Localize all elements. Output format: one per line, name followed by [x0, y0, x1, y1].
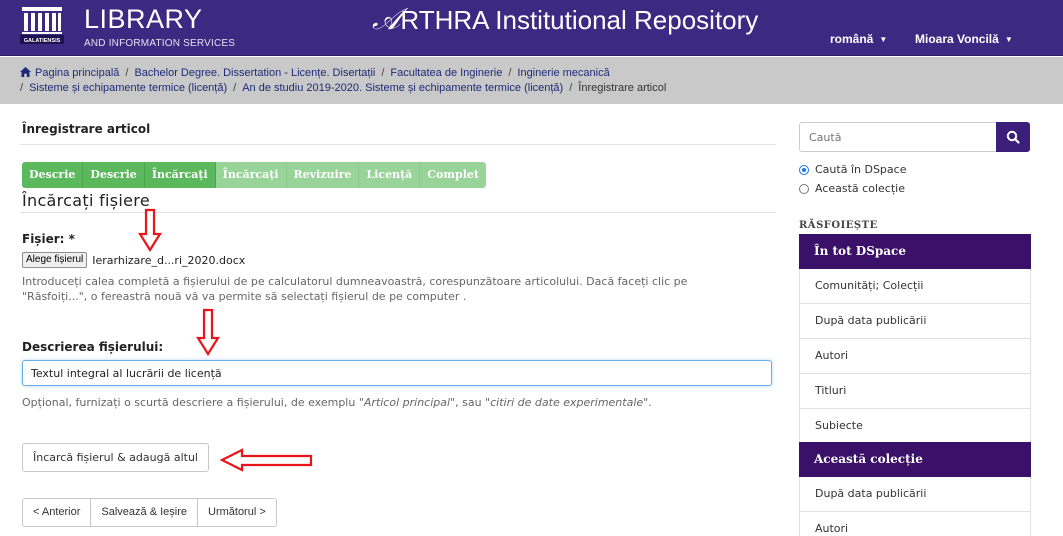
library-logo[interactable]: GALATIENSIS — [20, 6, 64, 44]
submission-form: Înregistrare articol Descrie Descrie Înc… — [20, 104, 776, 536]
description-help-example-2: citiri de date experimentale — [490, 396, 644, 409]
upload-and-add-button[interactable]: Încarcă fișierul & adaugă altul — [22, 443, 209, 472]
breadcrumb-department[interactable]: Inginerie mecanică — [517, 67, 609, 79]
annotation-arrow-down-icon — [138, 208, 162, 252]
file-help-text: Introduceți calea completă a fișierului … — [22, 274, 762, 304]
file-description-input[interactable] — [22, 360, 772, 386]
sidebar: Caută în DSpace Această colecție RĂSFOIE… — [799, 104, 1031, 536]
description-label: Descrierea fișierului: — [22, 340, 164, 354]
breadcrumb-separator: / — [381, 67, 385, 79]
step-complete: Complet — [420, 162, 486, 188]
description-help-prefix: Opțional, furnizați o scurtă descriere a… — [22, 396, 364, 409]
breadcrumb-faculty[interactable]: Facultatea de Inginerie — [390, 67, 502, 79]
logo-title[interactable]: LIBRARY — [84, 4, 203, 35]
search-input[interactable] — [799, 122, 997, 152]
breadcrumb-separator: / — [508, 67, 512, 79]
choose-file-button[interactable]: Alege fișierul — [22, 252, 88, 268]
previous-button[interactable]: < Anterior — [22, 498, 92, 527]
annotation-arrow-left-icon — [220, 448, 313, 472]
file-help-line-2: "Răsfoiți...", o fereastră nouă vă va pe… — [22, 290, 467, 303]
page-title: Înregistrare articol — [22, 122, 151, 136]
navigation-buttons: < Anterior Salvează & Ieșire Următorul > — [22, 498, 277, 527]
file-picker: Alege fișierul Ierarhizare_d...ri_2020.d… — [22, 251, 245, 269]
scope-radio-dspace[interactable]: Caută în DSpace — [799, 163, 906, 176]
radio-selected-icon — [799, 164, 809, 175]
breadcrumb-separator: / — [125, 67, 129, 79]
breadcrumb-separator: / — [20, 82, 24, 94]
step-review: Revizuire — [286, 162, 360, 188]
divider — [20, 212, 776, 213]
step-upload-2: Încărcați — [215, 162, 287, 188]
breadcrumb-collection[interactable]: An de studiu 2019-2020. Sisteme și echip… — [242, 82, 563, 94]
browse-all-heading: În tot DSpace — [799, 234, 1031, 269]
description-help-text: Opțional, furnizați o scurtă descriere a… — [22, 395, 652, 410]
breadcrumb-current: Înregistrare articol — [578, 82, 667, 94]
section-title: Încărcați fișiere — [22, 191, 150, 210]
search-button[interactable] — [996, 122, 1030, 152]
browse-communities-link[interactable]: Comunități; Colecții — [799, 269, 1031, 304]
browse-by-date-link[interactable]: După data publicării — [799, 304, 1031, 339]
logo-badge-text: GALATIENSIS — [24, 38, 61, 44]
description-help-suffix: ". — [643, 396, 652, 409]
user-name: Mioara Voncilă — [915, 32, 999, 46]
step-describe-2[interactable]: Descrie — [83, 162, 145, 188]
description-help-mid: ", sau " — [450, 396, 491, 409]
scope-option-label: Această colecție — [815, 182, 905, 195]
logo-subtitle: AND INFORMATION SERVICES — [84, 38, 236, 49]
scope-option-label: Caută în DSpace — [815, 163, 907, 176]
sidebar-search — [799, 122, 1031, 152]
caret-down-icon: ▼ — [1004, 35, 1013, 45]
breadcrumb-separator: / — [569, 82, 573, 94]
submission-steps: Descrie Descrie Încărcați Încărcați Revi… — [22, 162, 486, 188]
search-icon — [1006, 130, 1020, 144]
browse-titles-link[interactable]: Titluri — [799, 374, 1031, 409]
radio-unselected-icon — [799, 183, 809, 194]
browse-subjects-link[interactable]: Subiecte — [799, 409, 1031, 444]
file-label: Fișier: * — [22, 232, 75, 246]
home-icon — [20, 67, 31, 77]
browse-authors-link[interactable]: Autori — [799, 339, 1031, 374]
collection-by-date-link[interactable]: După data publicării — [799, 477, 1031, 512]
site-title-text: RTHRA Institutional Repository — [400, 5, 759, 35]
browse-collection-heading: Această colecție — [799, 442, 1031, 477]
scope-radio-collection[interactable]: Această colecție — [799, 182, 905, 195]
caret-down-icon: ▼ — [879, 35, 888, 45]
language-label: română — [830, 32, 874, 46]
breadcrumb-home[interactable]: Pagina principală — [35, 67, 119, 79]
language-menu[interactable]: română ▼ — [830, 32, 887, 46]
user-menu[interactable]: Mioara Voncilă ▼ — [915, 32, 1013, 46]
description-help-example-1: Articol principal — [363, 396, 451, 409]
breadcrumb-program[interactable]: Sisteme și echipamente termice (licență) — [29, 82, 227, 94]
step-describe-1[interactable]: Descrie — [22, 162, 84, 188]
next-button[interactable]: Următorul > — [197, 498, 277, 527]
save-exit-button[interactable]: Salvează & Ieșire — [90, 498, 198, 527]
browse-heading: RĂSFOIEȘTE — [799, 220, 878, 231]
breadcrumb-separator: / — [233, 82, 237, 94]
breadcrumb-community[interactable]: Bachelor Degree. Dissertation - Licențe.… — [134, 67, 375, 79]
file-help-line-1: Introduceți calea completă a fișierului … — [22, 275, 688, 288]
collection-authors-link[interactable]: Autori — [799, 512, 1031, 536]
divider — [20, 144, 776, 145]
annotation-arrow-down-icon — [196, 308, 220, 356]
step-upload-current[interactable]: Încărcați — [144, 162, 216, 188]
site-title[interactable]: 𝒜RTHRA Institutional Repository — [372, 2, 758, 37]
breadcrumb: Pagina principală / Bachelor Degree. Disse… — [0, 57, 1063, 104]
site-header: GALATIENSIS LIBRARY AND INFORMATION SERV… — [0, 0, 1063, 56]
chosen-file-name: Ierarhizare_d...ri_2020.docx — [92, 253, 246, 267]
step-license: Licență — [359, 162, 421, 188]
site-title-swash: 𝒜 — [372, 2, 401, 37]
